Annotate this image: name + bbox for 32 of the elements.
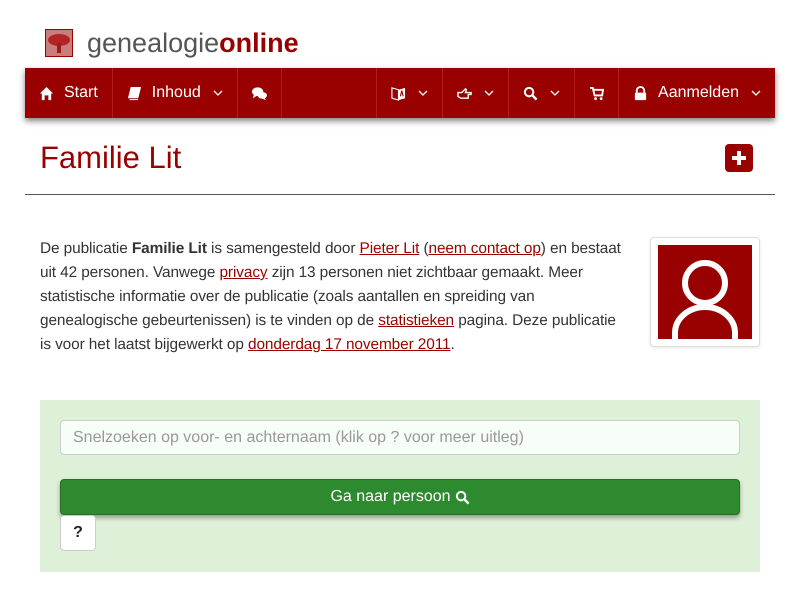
caret-icon (550, 90, 560, 96)
nav-item[interactable]: Start (25, 68, 113, 118)
page-title: Familie Lit (40, 140, 182, 176)
caret-icon (418, 90, 428, 96)
link[interactable]: privacy (219, 264, 268, 281)
chat-icon (252, 86, 267, 100)
tree-icon (45, 29, 73, 57)
link[interactable]: Pieter Lit (360, 240, 420, 257)
caret-icon (212, 90, 223, 96)
search-field[interactable]: Snelzoeken op voor- en achternaam (klik op ? voor meer uitleg) (60, 420, 740, 455)
help-button[interactable]: ? (60, 515, 96, 551)
person-icon (658, 245, 752, 339)
link[interactable]: donderdag 17 november 2011 (248, 336, 450, 353)
plus-icon (730, 149, 748, 167)
home-icon (39, 86, 54, 100)
site-logo[interactable]: genealogieonline (87, 28, 299, 58)
cart-icon (589, 86, 604, 100)
nav-item[interactable]: Aanmelden (618, 68, 775, 118)
add-button[interactable] (725, 144, 753, 172)
link[interactable]: statistieken (378, 312, 454, 329)
go-button[interactable]: Ga naar persoon (60, 479, 740, 515)
link[interactable]: neem contact op (428, 240, 541, 257)
search-icon (454, 490, 470, 504)
caret-icon (751, 90, 761, 96)
caret-icon (484, 90, 494, 96)
lock-icon (633, 86, 648, 100)
book-icon (126, 86, 142, 100)
search-icon (523, 86, 538, 100)
hand-icon (457, 86, 472, 100)
intro-paragraph: De publicatie Familie Lit is samengesteld door Pieter Lit (neem contact op) en bestaat uit 42 personen. Vanwege privacy zijn 13 personen niet zichtbaar gemaakt. Meer statistische informatie over de publicatie (zoals aantallen en spreiding van genealogische gebeurtenissen) is te vinden op de statistieken pagina. Deze publicatie is voor het laatst bijgewerkt op donderdag 17 november 2011. (40, 239, 622, 355)
nav-item[interactable]: Inhoud (112, 68, 238, 118)
translate-icon (391, 86, 406, 100)
